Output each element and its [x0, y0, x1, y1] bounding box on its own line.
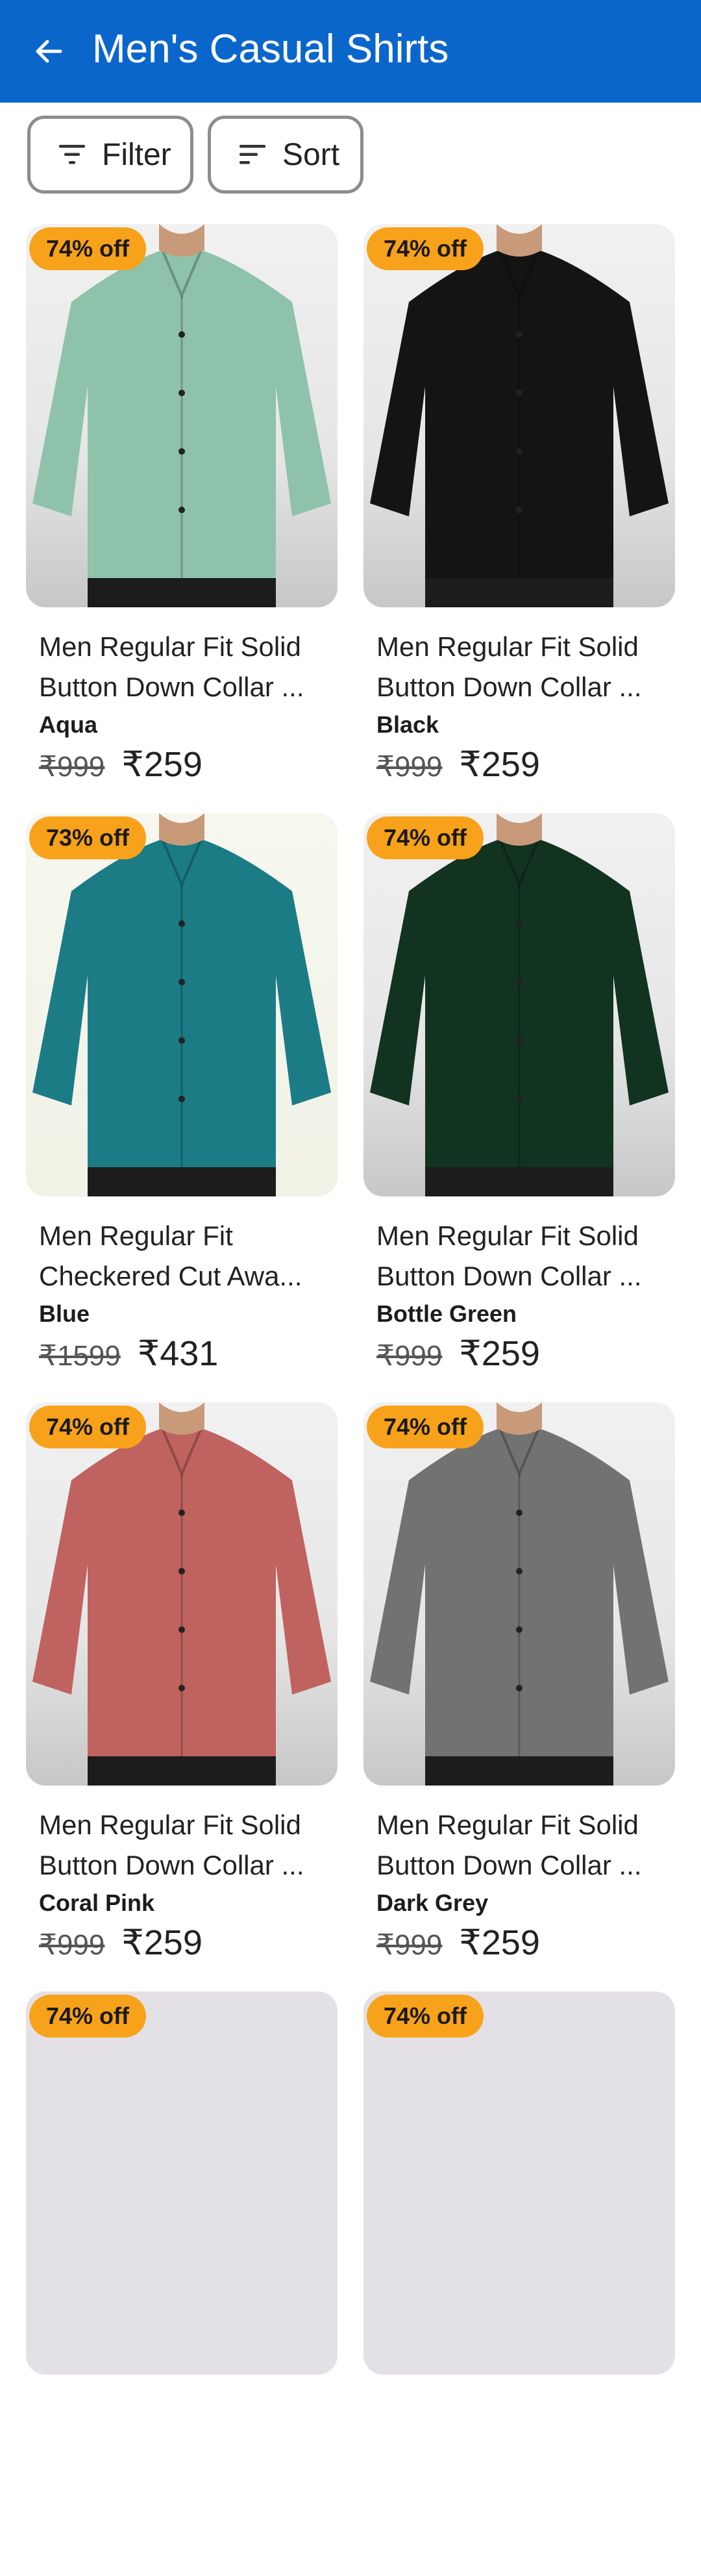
- filter-label: Filter: [102, 137, 171, 172]
- product-image[interactable]: 74% off: [363, 813, 675, 1196]
- shirt-photo: [32, 813, 331, 1196]
- product-name[interactable]: Men Regular Fit Solid Button Down Collar…: [376, 1216, 672, 1296]
- original-price: ₹999: [39, 1929, 105, 1961]
- discount-badge: 74% off: [367, 816, 484, 859]
- discount-badge: 74% off: [367, 1995, 484, 2038]
- sale-price: ₹259: [121, 1923, 203, 1962]
- filter-lines-icon: [58, 142, 88, 168]
- shirt-photo: [370, 813, 669, 1196]
- product-name[interactable]: Men Regular Fit Solid Button Down Collar…: [39, 627, 334, 707]
- product-image[interactable]: 73% off: [26, 813, 338, 1196]
- sale-price: ₹431: [137, 1334, 219, 1373]
- product-color: Black: [376, 711, 439, 738]
- discount-badge: 74% off: [367, 1406, 484, 1448]
- discount-badge: 74% off: [29, 1995, 147, 2038]
- back-button[interactable]: [26, 29, 71, 74]
- filter-button[interactable]: Filter: [27, 116, 193, 194]
- product-name[interactable]: Men Regular Fit Solid Button Down Collar…: [376, 1805, 672, 1886]
- shirt-photo: [32, 224, 331, 607]
- product-card[interactable]: 74% off Men Regular Fit Solid Button Down…: [26, 1402, 338, 1987]
- price-row: ₹999 ₹259: [39, 744, 203, 785]
- price-row: ₹1599 ₹431: [39, 1333, 218, 1374]
- product-image[interactable]: 74% off: [363, 1991, 675, 2375]
- product-card[interactable]: 74% off Men Regular Fit Solid Button Down…: [363, 224, 675, 809]
- price-row: ₹999 ₹259: [376, 744, 540, 785]
- product-name[interactable]: Men Regular Fit Checkered Cut Awa...: [39, 1216, 334, 1296]
- product-color: Bottle Green: [376, 1300, 517, 1327]
- sale-price: ₹259: [459, 745, 540, 784]
- product-image[interactable]: 74% off: [26, 1402, 338, 1786]
- sale-price: ₹259: [459, 1923, 540, 1962]
- product-color: Blue: [39, 1300, 90, 1327]
- page-title: Men's Casual Shirts: [92, 27, 449, 71]
- product-image[interactable]: 74% off: [26, 224, 338, 607]
- original-price: ₹999: [376, 1929, 443, 1961]
- product-name[interactable]: Men Regular Fit Solid Button Down Collar…: [376, 627, 672, 707]
- price-row: ₹999 ₹259: [376, 1333, 540, 1374]
- product-image[interactable]: 74% off: [363, 224, 675, 607]
- product-color: Coral Pink: [39, 1889, 155, 1916]
- sort-button[interactable]: Sort: [208, 116, 363, 194]
- discount-badge: 73% off: [29, 816, 147, 859]
- product-color: Dark Grey: [376, 1889, 489, 1916]
- sort-label: Sort: [282, 137, 340, 172]
- product-name[interactable]: Men Regular Fit Solid Button Down Collar…: [39, 1805, 334, 1886]
- shirt-photo: [370, 224, 669, 607]
- product-image[interactable]: 74% off: [26, 1991, 338, 2375]
- arrow-left-icon: [36, 40, 62, 63]
- product-card[interactable]: 74% off Men Regular Fit Solid Button Down…: [363, 1402, 675, 1987]
- shirt-photo: [370, 1402, 669, 1786]
- original-price: ₹999: [376, 1340, 443, 1372]
- app-bar: Men's Casual Shirts: [0, 0, 701, 103]
- original-price: ₹1599: [39, 1340, 121, 1372]
- price-row: ₹999 ₹259: [376, 1922, 540, 1963]
- discount-badge: 74% off: [367, 227, 484, 270]
- sale-price: ₹259: [459, 1334, 540, 1373]
- discount-badge: 74% off: [29, 1406, 147, 1448]
- product-card[interactable]: 74% off Men Regular Fit Solid Button Down…: [26, 224, 338, 809]
- product-card[interactable]: 74% off: [363, 1991, 675, 2576]
- product-image[interactable]: 74% off: [363, 1402, 675, 1786]
- product-card[interactable]: 74% off Men Regular Fit Solid Button Down…: [363, 813, 675, 1398]
- discount-badge: 74% off: [29, 227, 147, 270]
- original-price: ₹999: [39, 751, 105, 783]
- product-card[interactable]: 74% off: [26, 1991, 338, 2576]
- price-row: ₹999 ₹259: [39, 1922, 203, 1963]
- original-price: ₹999: [376, 751, 443, 783]
- product-color: Aqua: [39, 711, 97, 738]
- sort-lines-icon: [238, 142, 268, 168]
- shirt-photo: [32, 1402, 331, 1786]
- sale-price: ₹259: [121, 745, 203, 784]
- product-card[interactable]: 73% off Men Regular Fit Checkered Cut Awa…: [26, 813, 338, 1398]
